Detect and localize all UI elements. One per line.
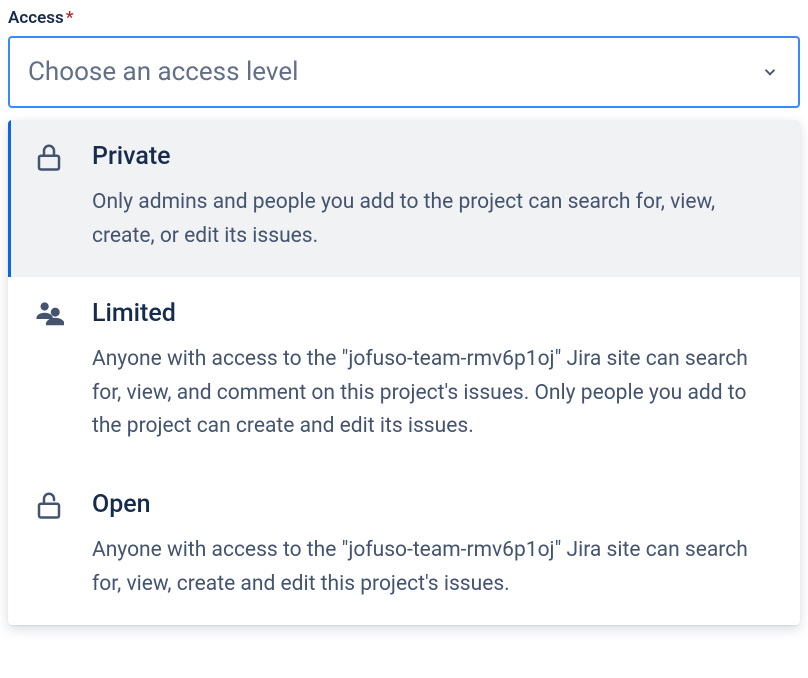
required-asterisk: * — [66, 8, 74, 28]
access-select-trigger[interactable]: Choose an access level — [8, 36, 800, 108]
option-body: Private Only admins and people you add t… — [92, 142, 774, 253]
option-body: Open Anyone with access to the "jofuso-t… — [92, 490, 774, 601]
lock-open-icon — [34, 490, 64, 520]
option-title: Open — [92, 490, 774, 520]
chevron-down-icon — [760, 62, 780, 82]
lock-closed-icon — [34, 142, 64, 172]
option-description: Anyone with access to the "jofuso-team-r… — [92, 534, 774, 601]
option-title: Private — [92, 142, 774, 172]
access-dropdown-panel: Private Only admins and people you add t… — [8, 120, 800, 625]
access-option-private[interactable]: Private Only admins and people you add t… — [8, 120, 800, 277]
option-title: Limited — [92, 299, 774, 329]
access-field-label: Access * — [8, 8, 800, 28]
access-option-limited[interactable]: Limited Anyone with access to the "jofus… — [8, 277, 800, 468]
option-description: Anyone with access to the "jofuso-team-r… — [92, 343, 774, 444]
option-description: Only admins and people you add to the pr… — [92, 186, 774, 253]
option-body: Limited Anyone with access to the "jofus… — [92, 299, 774, 444]
access-select-placeholder: Choose an access level — [28, 57, 298, 87]
field-label-text: Access — [8, 8, 64, 28]
access-option-open[interactable]: Open Anyone with access to the "jofuso-t… — [8, 468, 800, 625]
people-icon — [34, 299, 64, 329]
